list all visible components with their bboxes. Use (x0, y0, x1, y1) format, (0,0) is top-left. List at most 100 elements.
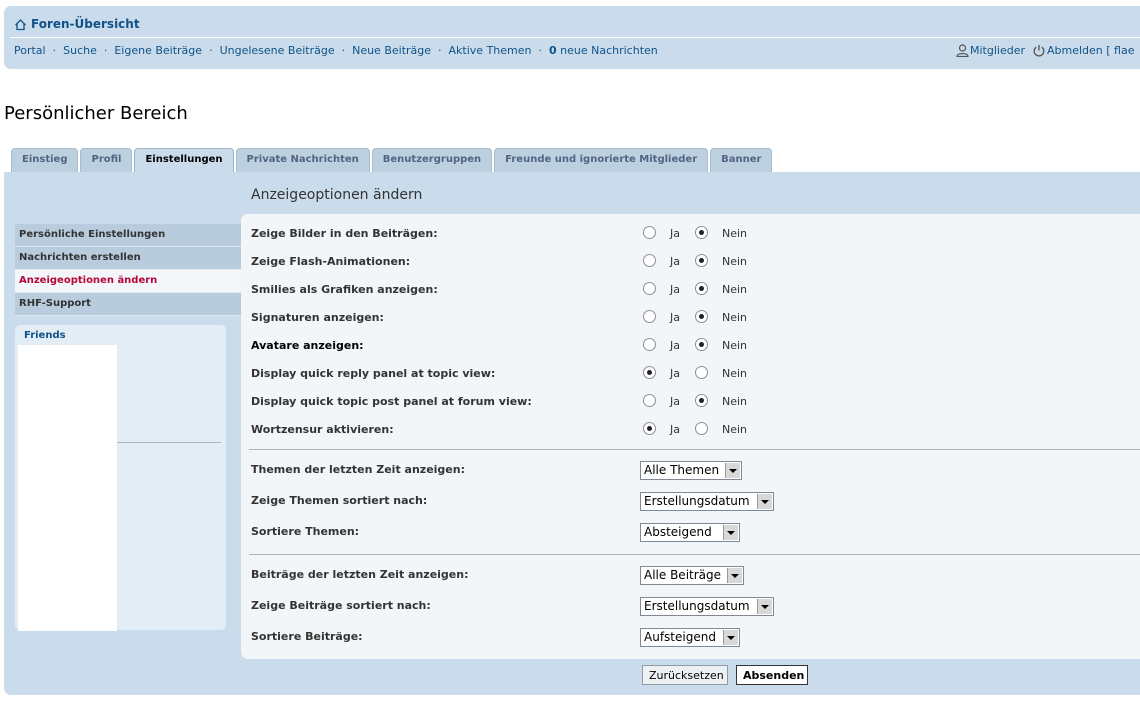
radio-yes-label: Ja (670, 367, 680, 380)
user-links: Mitglieder Abmelden [ flae (955, 44, 1135, 57)
option-label: Display quick reply panel at topic view: (251, 367, 496, 380)
tab-profile[interactable]: Profil (80, 148, 133, 172)
radio-no-label: Nein (722, 227, 748, 240)
forum-index-link[interactable]: Foren-Übersicht (31, 17, 140, 31)
radio-no[interactable] (695, 394, 708, 407)
select-value: Erstellungsdatum (644, 494, 750, 508)
separator-dot: · (103, 44, 108, 57)
topic-sort-dir-select[interactable]: Absteigend (640, 523, 740, 542)
new-messages-count: 0 (548, 44, 557, 57)
topic-days-select[interactable]: Alle Themen (640, 461, 742, 480)
option-row-smilies: Smilies als Grafiken anzeigen: Ja Nein (251, 282, 1131, 300)
section-divider (249, 554, 1140, 555)
section-divider (249, 449, 1140, 450)
radio-no[interactable] (695, 338, 708, 351)
radio-no[interactable] (695, 366, 708, 379)
separator-dot: · (52, 44, 57, 57)
radio-yes-label: Ja (670, 395, 680, 408)
submit-button[interactable]: Absenden (736, 665, 808, 685)
chevron-down-icon (723, 630, 738, 645)
power-icon (1033, 45, 1045, 57)
members-link[interactable]: Mitglieder (970, 44, 1025, 57)
post-days-select[interactable]: Alle Beiträge (640, 566, 744, 585)
section-title: Anzeigeoptionen ändern (251, 187, 423, 203)
option-label: Beiträge der letzten Zeit anzeigen: (251, 568, 469, 581)
page-title: Persönlicher Bereich (4, 103, 188, 124)
reset-button[interactable]: Zurücksetzen (642, 665, 728, 685)
option-row-quick-topic: Display quick topic post panel at forum … (251, 394, 1131, 412)
new-messages-link[interactable]: 0 neue Nachrichten (549, 44, 658, 57)
chevron-down-icon (727, 568, 742, 583)
new-posts-link[interactable]: Neue Beiträge (352, 44, 431, 57)
radio-no[interactable] (695, 226, 708, 239)
option-label: Wortzensur aktivieren: (251, 423, 394, 436)
radio-yes[interactable] (643, 254, 656, 267)
option-row-signatures: Signaturen anzeigen: Ja Nein (251, 310, 1131, 328)
radio-no-label: Nein (722, 423, 748, 436)
separator-dot: · (341, 44, 346, 57)
option-label: Themen der letzten Zeit anzeigen: (251, 463, 465, 476)
members-icon (956, 44, 969, 57)
portal-link[interactable]: Portal (14, 44, 46, 57)
option-row-word-censor: Wortzensur aktivieren: Ja Nein (251, 422, 1131, 440)
search-link[interactable]: Suche (63, 44, 97, 57)
quick-links: Portal · Suche · Eigene Beiträge · Ungel… (14, 44, 658, 57)
radio-yes[interactable] (643, 366, 656, 379)
chevron-down-icon (725, 463, 740, 478)
menu-item-personal-settings[interactable]: Persönliche Einstellungen (15, 224, 241, 247)
tab-usergroups[interactable]: Benutzergruppen (371, 148, 493, 172)
topic-sort-key-select[interactable]: Erstellungsdatum (640, 492, 774, 511)
separator-dot: · (538, 44, 542, 57)
navbar: Foren-Übersicht Portal · Suche · Eigene … (4, 6, 1140, 69)
select-value: Absteigend (644, 525, 712, 539)
menu-item-display-options[interactable]: Anzeigeoptionen ändern (15, 270, 241, 293)
chevron-down-icon (757, 494, 772, 509)
friends-box: Friends (15, 325, 226, 631)
separator-dot: · (209, 44, 213, 57)
radio-yes[interactable] (643, 226, 656, 239)
own-posts-link[interactable]: Eigene Beiträge (114, 44, 202, 57)
radio-no-label: Nein (722, 255, 748, 268)
radio-yes[interactable] (643, 338, 656, 351)
radio-no[interactable] (695, 310, 708, 323)
select-value: Alle Beiträge (644, 568, 722, 582)
radio-yes[interactable] (643, 394, 656, 407)
option-label: Zeige Flash-Animationen: (251, 255, 411, 268)
radio-no[interactable] (695, 422, 708, 435)
radio-no-label: Nein (722, 367, 748, 380)
select-value: Alle Themen (644, 463, 720, 477)
tab-settings[interactable]: Einstellungen (134, 148, 234, 173)
settings-menu: Persönliche Einstellungen Nachrichten er… (15, 224, 241, 316)
unread-posts-link[interactable]: Ungelesene Beiträge (220, 44, 335, 57)
tab-private-messages[interactable]: Private Nachrichten (235, 148, 370, 172)
radio-yes-label: Ja (670, 255, 680, 268)
radio-no[interactable] (695, 254, 708, 267)
radio-yes[interactable] (643, 310, 656, 323)
radio-no[interactable] (695, 282, 708, 295)
tab-friends-foes[interactable]: Freunde und ignorierte Mitglieder (494, 148, 709, 172)
menu-item-rhf-support[interactable]: RHF-Support (15, 293, 241, 316)
option-label: Signaturen anzeigen: (251, 311, 384, 324)
post-sort-key-select[interactable]: Erstellungsdatum (640, 597, 774, 616)
active-topics-link[interactable]: Aktive Themen (449, 44, 532, 57)
select-value: Erstellungsdatum (644, 599, 750, 613)
option-label: Sortiere Beiträge: (251, 630, 363, 643)
option-label: Sortiere Themen: (251, 525, 360, 538)
radio-yes-label: Ja (670, 311, 680, 324)
option-label: Zeige Beiträge sortiert nach: (251, 599, 431, 612)
logout-link[interactable]: Abmelden [ flae (1047, 44, 1135, 57)
option-label: Display quick topic post panel at forum … (251, 395, 532, 408)
radio-yes[interactable] (643, 422, 656, 435)
option-label: Zeige Bilder in den Beiträgen: (251, 227, 438, 240)
option-label: Zeige Themen sortiert nach: (251, 494, 428, 507)
radio-yes-label: Ja (670, 339, 680, 352)
tab-start[interactable]: Einstieg (11, 148, 79, 172)
post-sort-dir-select[interactable]: Aufsteigend (640, 628, 740, 647)
tab-bar: Einstieg Profil Einstellungen Private Na… (11, 148, 773, 173)
menu-item-posting-defaults[interactable]: Nachrichten erstellen (15, 247, 241, 270)
radio-yes[interactable] (643, 282, 656, 295)
tab-banner[interactable]: Banner (710, 148, 773, 172)
option-row-flash: Zeige Flash-Animationen: Ja Nein (251, 254, 1131, 272)
chevron-down-icon (723, 525, 738, 540)
select-value: Aufsteigend (644, 630, 716, 644)
